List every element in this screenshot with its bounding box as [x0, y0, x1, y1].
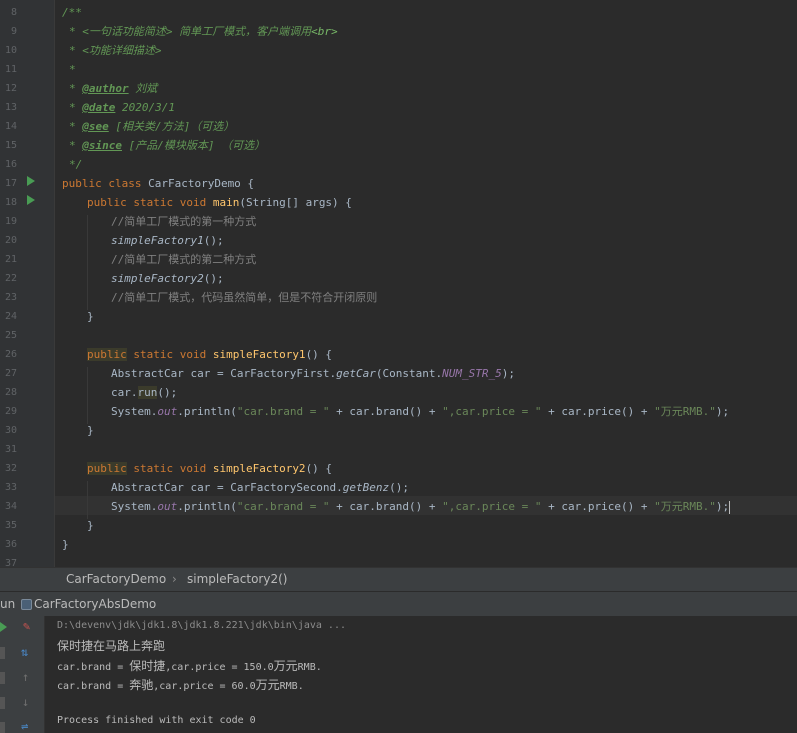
line-number: 21 [4, 254, 17, 265]
line-number: 22 [4, 273, 17, 284]
java-class-icon [21, 599, 32, 610]
line-number: 34 [4, 501, 17, 512]
code-line-34: System.out.println("car.brand = " + car.… [111, 500, 731, 514]
console-line-2: car.brand = 保时捷,car.price = 150.0万元RMB. [57, 659, 322, 673]
text-caret [729, 500, 731, 514]
line-number: 8 [10, 7, 17, 18]
code-line-23: //简单工厂模式，代码虽然简单，但是不符合开闭原则 [111, 291, 378, 304]
line-number: 10 [4, 45, 17, 56]
line-number: 29 [4, 406, 17, 417]
line-number: 23 [4, 292, 17, 303]
line-number: 14 [4, 121, 17, 132]
line-number: 18 [4, 197, 17, 208]
indent-guide [87, 215, 88, 310]
line-number: 24 [4, 311, 17, 322]
run-class-icon[interactable] [27, 176, 35, 186]
code-line-13: * @date 2020/3/1 [69, 101, 175, 114]
line-number: 13 [4, 102, 17, 113]
console-exit: Process finished with exit code 0 [57, 715, 256, 726]
code-line-36: } [62, 538, 69, 551]
code-line-27: AbstractCar car = CarFactoryFirst.getCar… [111, 367, 516, 380]
gutter-divider [54, 0, 55, 567]
breadcrumb-separator: › [172, 572, 177, 586]
wrap-icon[interactable]: ⇌ [21, 720, 28, 732]
code-line-30: } [87, 424, 94, 437]
code-line-28: car.run(); [111, 386, 178, 399]
code-line-21: //简单工厂模式的第二种方式 [111, 253, 257, 266]
line-number: 35 [4, 520, 17, 531]
line-number: 11 [4, 64, 17, 75]
run-toolbar: ✎ ⇅ ↑ ↓ ⇌ [0, 616, 45, 733]
line-number: 19 [4, 216, 17, 227]
code-line-10: * <功能详细描述> [69, 44, 162, 57]
code-line-20: simpleFactory1(); [111, 234, 224, 247]
line-number: 15 [4, 140, 17, 151]
dump-icon[interactable] [0, 697, 5, 709]
run-config-tab[interactable]: CarFactoryAbsDemo [34, 597, 156, 611]
line-number: 36 [4, 539, 17, 550]
line-number: 16 [4, 159, 17, 170]
line-number: 32 [4, 463, 17, 474]
up-arrow-icon[interactable]: ↑ [22, 671, 29, 683]
code-line-12: * @author 刘斌 [69, 82, 158, 95]
console-line-1: 保时捷在马路上奔跑 [57, 639, 166, 653]
code-line-16: */ [69, 158, 83, 171]
line-number: 28 [4, 387, 17, 398]
line-number: 17 [4, 178, 17, 189]
code-line-24: } [87, 310, 94, 323]
breadcrumb: CarFactoryDemo › simpleFactory2() [0, 567, 797, 592]
code-line-35: } [87, 519, 94, 532]
run-tool-label[interactable]: un [0, 597, 15, 611]
line-number: 37 [4, 558, 17, 567]
indent-guide [87, 367, 88, 424]
code-line-33: AbstractCar car = CarFactorySecond.getBe… [111, 481, 410, 494]
code-line-14: * @see [相关类/方法]（可选） [69, 120, 235, 133]
breadcrumb-class[interactable]: CarFactoryDemo [66, 572, 166, 586]
down-arrow-icon[interactable]: ↓ [22, 696, 29, 708]
line-number: 30 [4, 425, 17, 436]
run-panel-header: un CarFactoryAbsDemo [0, 591, 797, 618]
line-number: 33 [4, 482, 17, 493]
clear-console-icon[interactable]: ✎ [23, 620, 30, 632]
console-output[interactable]: D:\devenv\jdk\jdk1.8\jdk1.8.221\jdk\bin\… [45, 616, 797, 733]
pause-icon[interactable] [0, 672, 5, 684]
breadcrumb-method[interactable]: simpleFactory2() [187, 572, 287, 586]
code-editor[interactable]: 8 9 10 11 12 13 14 15 16 17 18 19 20 21 22 23 24 25 26 27 28… [0, 0, 797, 567]
line-number: 9 [10, 26, 17, 37]
code-line-19: //简单工厂模式的第一种方式 [111, 215, 257, 228]
code-line-22: simpleFactory2(); [111, 272, 224, 285]
settings-icon[interactable] [0, 722, 5, 733]
line-number: 25 [4, 330, 17, 341]
run-main-icon[interactable] [27, 195, 35, 205]
code-line-9: * <一句话功能简述> 简单工厂模式，客户端调用<br> [69, 25, 338, 38]
code-line-26: public static void simpleFactory1() { [87, 348, 333, 361]
line-number: 31 [4, 444, 17, 455]
line-number: 12 [4, 83, 17, 94]
console-line-3: car.brand = 奔驰,car.price = 60.0万元RMB. [57, 678, 304, 692]
code-line-17: public class CarFactoryDemo { [62, 177, 255, 190]
line-number: 26 [4, 349, 17, 360]
console-command[interactable]: D:\devenv\jdk\jdk1.8\jdk1.8.221\jdk\bin\… [57, 620, 346, 631]
line-number: 20 [4, 235, 17, 246]
code-line-29: System.out.println("car.brand = " + car.… [111, 405, 730, 418]
rerun-icon[interactable] [0, 622, 7, 632]
code-line-11: * [69, 63, 76, 76]
code-line-15: * @since [产品/模块版本] （可选） [69, 139, 266, 152]
code-line-8: /** [62, 6, 82, 19]
indent-guide [87, 481, 88, 519]
code-line-18: public static void main(String[] args) { [87, 196, 352, 209]
stop-icon[interactable] [0, 647, 5, 659]
line-number: 27 [4, 368, 17, 379]
code-line-32: public static void simpleFactory2() { [87, 462, 333, 475]
sort-icon[interactable]: ⇅ [21, 646, 28, 658]
